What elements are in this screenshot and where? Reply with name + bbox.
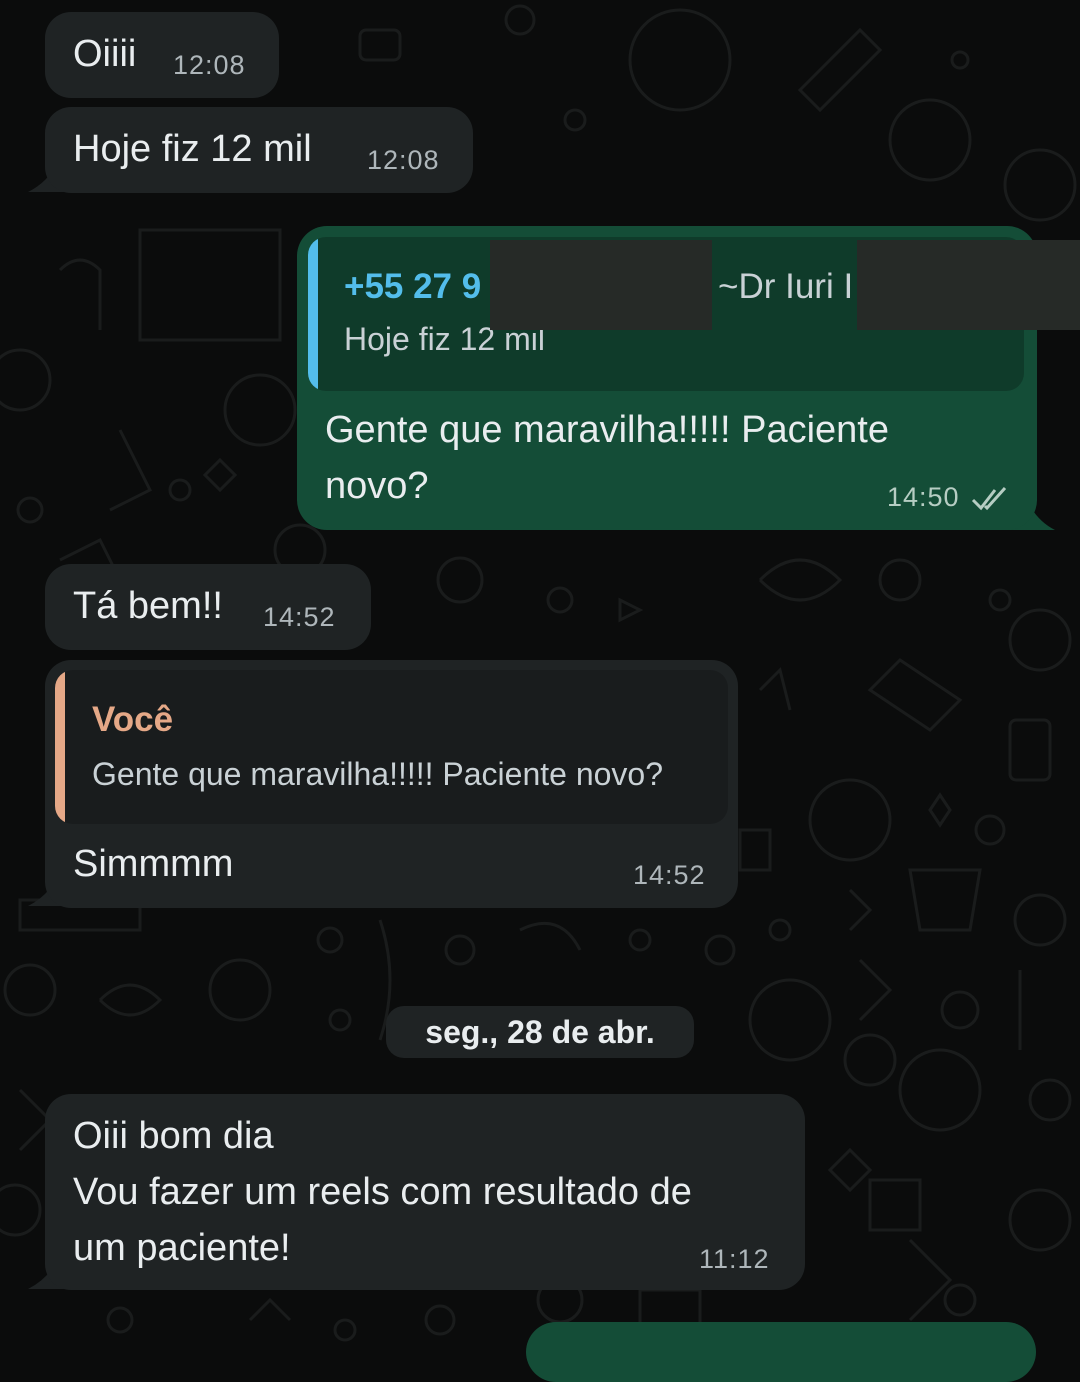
message-bubble-incoming[interactable]: Tá bem!! 14:52 [45,564,371,650]
message-text-line: um paciente! [73,1227,291,1269]
message-bubble-incoming[interactable]: Você Gente que maravilha!!!!! Paciente n… [45,660,738,908]
message-bubble-incoming[interactable]: Oiiii 12:08 [45,12,279,98]
redacted-block [490,240,712,330]
message-bubble-incoming[interactable]: Oiii bom dia Vou fazer um reels com resu… [45,1094,805,1290]
message-text-line: novo? [325,465,429,507]
quote-accent-bar [55,670,65,824]
message-text: Tá bem!! [73,585,223,627]
message-time: 14:50 [887,482,960,512]
message-text: Oiiii [73,33,137,75]
message-time: 14:52 [263,602,336,632]
quote-sender: +55 27 9 [344,267,482,306]
date-separator: seg., 28 de abr. [386,1006,694,1058]
quote-accent-bar [308,237,318,391]
quoted-message[interactable]: Você Gente que maravilha!!!!! Paciente n… [55,670,728,824]
message-bubble-incoming[interactable]: Hoje fiz 12 mil 12:08 [45,107,473,193]
message-time: 12:08 [367,145,440,175]
quote-sender: Você [92,700,174,739]
quote-sender-name: ~Dr Iuri I [718,267,854,306]
message-text-line: Vou fazer um reels com resultado de [73,1171,692,1213]
quote-text: Gente que maravilha!!!!! Paciente novo? [92,756,664,792]
message-text-line: Oiii bom dia [73,1115,274,1157]
message-time: 14:52 [633,860,706,890]
message-text-line: Gente que maravilha!!!!! Paciente [325,409,889,451]
message-text: Simmmm [73,843,234,885]
double-check-icon [971,486,1007,511]
message-text: Hoje fiz 12 mil [73,128,312,170]
message-time: 11:12 [699,1244,770,1274]
message-bubble-outgoing[interactable] [526,1322,1036,1382]
message-time: 12:08 [173,50,246,80]
redacted-block [857,240,1080,330]
